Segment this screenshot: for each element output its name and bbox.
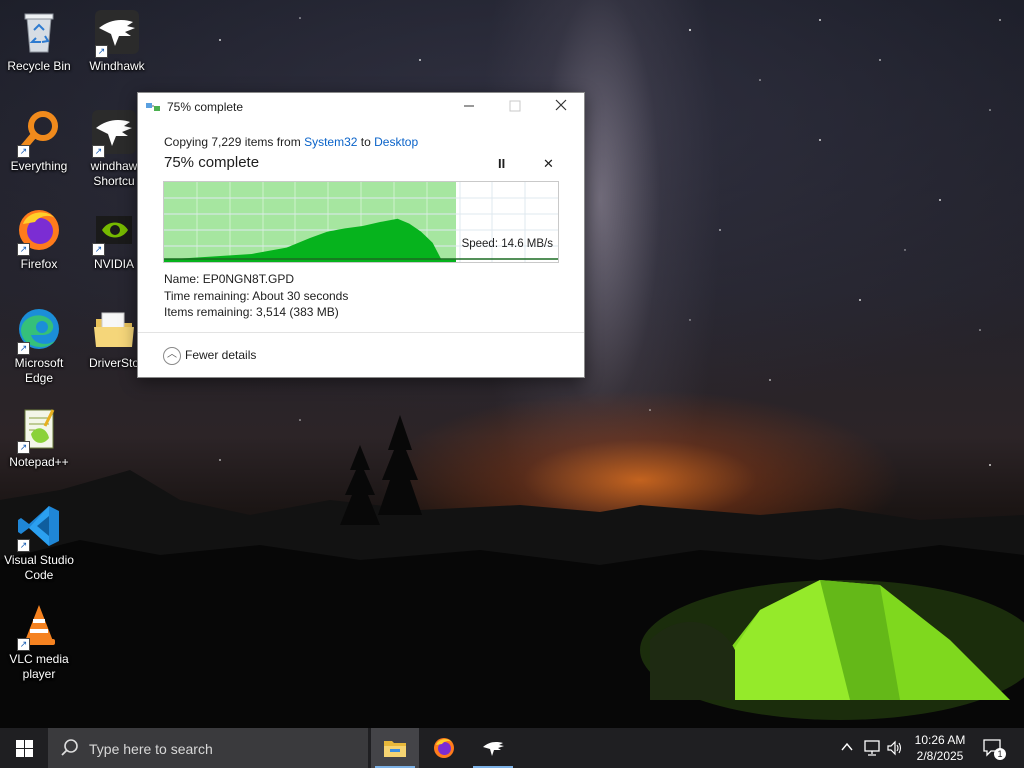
desktop-icon-label: Everything <box>10 159 68 173</box>
desktop-icon-vlc[interactable]: ↗ VLC media player <box>0 601 78 682</box>
copy-summary-mid: to <box>357 135 375 149</box>
desktop-icon-everything[interactable]: ↗ Everything <box>0 108 78 174</box>
progress-percent-heading: 75% complete <box>164 154 260 171</box>
vscode-icon: ↗ <box>15 502 63 552</box>
cancel-copy-button[interactable]: ✕ <box>543 156 554 172</box>
shortcut-arrow-icon: ↗ <box>17 243 30 256</box>
name-label: Name: <box>164 272 200 286</box>
source-folder-link[interactable]: System32 <box>304 135 357 149</box>
desktop-icon-label: Windhawk <box>89 59 145 73</box>
folder-icon <box>90 305 138 353</box>
minimize-button[interactable] <box>446 93 492 121</box>
desktop-icon-label-line1: Microsoft <box>14 356 64 370</box>
desktop-icon-notepadpp[interactable]: ↗ Notepad++ <box>0 404 78 470</box>
detail-items-remaining: Items remaining: 3,514 (383 MB) <box>164 305 339 319</box>
dialog-title: 75% complete <box>167 100 244 114</box>
pause-button[interactable]: II <box>498 156 505 171</box>
maximize-icon <box>509 100 521 112</box>
minimize-icon <box>464 105 474 107</box>
shortcut-arrow-icon: ↗ <box>17 638 30 651</box>
taskbar-search-box[interactable]: Type here to search <box>48 728 368 768</box>
destination-folder-link[interactable]: Desktop <box>374 135 418 149</box>
name-value: EP0NGN8T.GPD <box>202 272 295 286</box>
shortcut-arrow-icon: ↗ <box>95 45 108 58</box>
transfer-speed: Speed: 14.6 MB/s <box>461 238 553 250</box>
windows-logo-icon <box>16 740 33 757</box>
items-remaining-label: Items remaining: <box>164 305 253 319</box>
windhawk-icon <box>483 742 504 756</box>
notepadpp-icon: ↗ <box>15 404 63 454</box>
taskbar-file-explorer[interactable] <box>371 728 419 768</box>
taskbar-firefox[interactable] <box>420 728 468 768</box>
dialog-divider <box>138 332 584 333</box>
everything-search-icon: ↗ <box>15 108 63 158</box>
detail-name: Name: EP0NGN8T.GPD <box>164 272 294 286</box>
fewer-details-label: Fewer details <box>185 348 257 362</box>
notification-count-badge: 1 <box>994 748 1006 760</box>
desktop-icon-label-line2: Edge <box>24 371 54 385</box>
time-remaining-label: Time remaining: <box>164 289 250 303</box>
transfer-speed-graph: Speed: 14.6 MB/s <box>163 181 559 263</box>
desktop-icon-label: Recycle Bin <box>7 59 71 73</box>
close-button[interactable] <box>538 93 584 121</box>
shortcut-arrow-icon: ↗ <box>17 441 30 454</box>
file-explorer-icon <box>384 741 406 757</box>
close-icon <box>555 99 567 111</box>
dialog-titlebar[interactable]: 75% complete <box>138 93 584 121</box>
taskbar-windhawk[interactable] <box>469 728 517 768</box>
time-remaining-value: About 30 seconds <box>252 289 349 303</box>
copy-progress-dialog: 75% complete Copying 7,229 items from Sy… <box>137 92 585 378</box>
desktop-icon-label: Notepad++ <box>9 455 69 469</box>
windhawk-icon: ↗ <box>90 108 138 158</box>
shortcut-arrow-icon: ↗ <box>17 342 30 355</box>
network-icon[interactable] <box>863 740 881 756</box>
search-icon <box>61 739 78 756</box>
recycle-bin-icon <box>15 8 63 56</box>
windhawk-icon: ↗ <box>93 8 141 58</box>
nvidia-icon: ↗ <box>90 206 138 256</box>
speed-graph-canvas <box>164 182 558 262</box>
desktop-icon-label: Firefox <box>20 257 58 271</box>
shortcut-arrow-icon: ↗ <box>17 539 30 552</box>
shortcut-arrow-icon: ↗ <box>92 145 105 158</box>
desktop-icon-vscode[interactable]: ↗ Visual Studio Code <box>0 502 78 583</box>
fewer-details-button[interactable]: ︿ Fewer details <box>163 346 256 366</box>
desktop-icon-label-line2: player <box>22 667 56 681</box>
desktop-icon-firefox[interactable]: ↗ Firefox <box>0 206 78 272</box>
copy-files-icon <box>146 103 160 111</box>
firefox-icon: ↗ <box>15 206 63 256</box>
detail-time-remaining: Time remaining: About 30 seconds <box>164 289 348 303</box>
chevron-up-icon[interactable] <box>841 742 853 752</box>
desktop-icon-label-line2: Code <box>24 568 54 582</box>
taskbar-clock[interactable]: 10:26 AM 2/8/2025 <box>905 732 975 764</box>
start-button[interactable] <box>0 728 48 768</box>
desktop-icon-label-line1: Visual Studio <box>4 553 74 567</box>
volume-icon[interactable] <box>886 740 904 756</box>
clock-time: 10:26 AM <box>914 733 966 747</box>
chevron-up-icon: ︿ <box>163 346 181 365</box>
clock-date: 2/8/2025 <box>916 749 964 763</box>
desktop-icon-windhawk[interactable]: ↗ Windhawk <box>78 8 156 74</box>
maximize-button <box>492 93 538 121</box>
desktop-icon-recycle-bin[interactable]: Recycle Bin <box>0 8 78 74</box>
vlc-icon: ↗ <box>15 601 63 651</box>
copy-summary: Copying 7,229 items from System32 to Des… <box>164 135 418 149</box>
edge-icon: ↗ <box>15 305 63 355</box>
desktop-icon-label-line1: VLC media <box>9 652 69 666</box>
shortcut-arrow-icon: ↗ <box>92 243 105 256</box>
firefox-icon <box>434 738 454 758</box>
desktop-wallpaper: Recycle Bin ↗ Everything ↗ Firefox ↗ Mic… <box>0 0 1024 728</box>
items-remaining-value: 3,514 (383 MB) <box>256 305 339 319</box>
shortcut-arrow-icon: ↗ <box>17 145 30 158</box>
taskbar: Type here to search 10:26 AM 2/8/2025 1 <box>0 728 1024 768</box>
search-placeholder: Type here to search <box>89 741 213 757</box>
desktop-icon-edge[interactable]: ↗ Microsoft Edge <box>0 305 78 386</box>
copy-summary-prefix: Copying 7,229 items from <box>164 135 305 149</box>
